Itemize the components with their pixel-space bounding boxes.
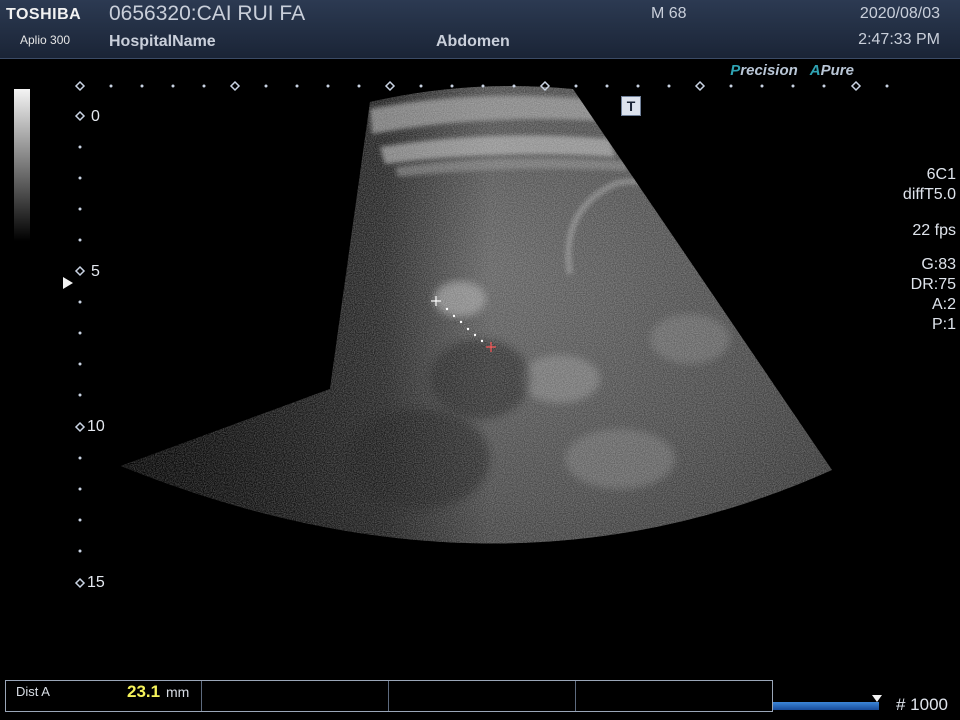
header-bar: TOSHIBA Aplio 300 0656320:CAI RUI FA Hos…	[0, 0, 960, 59]
measurement-unit: mm	[166, 684, 190, 700]
frame-number: # 1000	[896, 695, 948, 714]
exam-preset: Abdomen	[436, 33, 510, 50]
focus-position-marker[interactable]	[63, 277, 73, 289]
brand-precision-rest: recision	[740, 62, 798, 79]
patient-id-name: 0656320:CAI RUI FA	[109, 2, 306, 25]
brand-precision-initial: P	[730, 62, 741, 79]
probe-name: 6C1	[926, 166, 956, 183]
measurement-cell-3	[388, 681, 576, 711]
brand-apure-rest: Pure	[820, 62, 854, 79]
mechanical-index: M 68	[651, 5, 687, 22]
probe-orientation-icon: T	[621, 96, 641, 116]
exam-time: 2:47:33 PM	[858, 31, 940, 48]
cine-progress-bar[interactable]	[773, 702, 879, 710]
depth-scale-ruler	[74, 110, 86, 589]
gain-value: G:83	[921, 256, 956, 273]
brand-apure-initial: A	[809, 62, 821, 79]
manufacturer-logo: TOSHIBA	[6, 6, 82, 23]
frame-rate: 22 fps	[912, 222, 956, 239]
grayscale-bar	[14, 89, 30, 241]
ultrasound-image-area[interactable]: Precision APure T 0 5 10 15 6C1 diffT5.0 …	[0, 59, 960, 679]
depth-label-10: 10	[87, 418, 105, 435]
measurement-cell-1: Dist A 23.1 mm	[6, 681, 202, 711]
measurement-value: 23.1	[127, 682, 161, 701]
depth-label-15: 15	[87, 574, 105, 591]
system-model: Aplio 300	[20, 33, 71, 47]
scan-sector-content	[121, 85, 832, 544]
exam-date: 2020/08/03	[859, 5, 940, 22]
hospital-name: HospitalName	[109, 33, 216, 50]
imaging-parameters-panel: 6C1 diffT5.0 22 fps G:83 DR:75 A:2 P:1	[903, 165, 956, 335]
cine-position-marker[interactable]	[872, 695, 882, 702]
dynamic-range-value: DR:75	[910, 276, 956, 293]
depth-label-0: 0	[91, 108, 100, 125]
a-setting-value: A:2	[931, 296, 956, 313]
filter-setting: diffT5.0	[902, 186, 956, 203]
measurement-results-box: Dist A 23.1 mm	[5, 680, 773, 712]
image-enhancement-brand: Precision APure	[730, 62, 854, 79]
depth-label-5: 5	[91, 263, 100, 280]
measurement-label: Dist A	[16, 684, 50, 699]
p-setting-value: P:1	[931, 316, 956, 333]
ultrasound-scan-sector[interactable]	[0, 59, 960, 679]
measurement-cell-2	[201, 681, 389, 711]
